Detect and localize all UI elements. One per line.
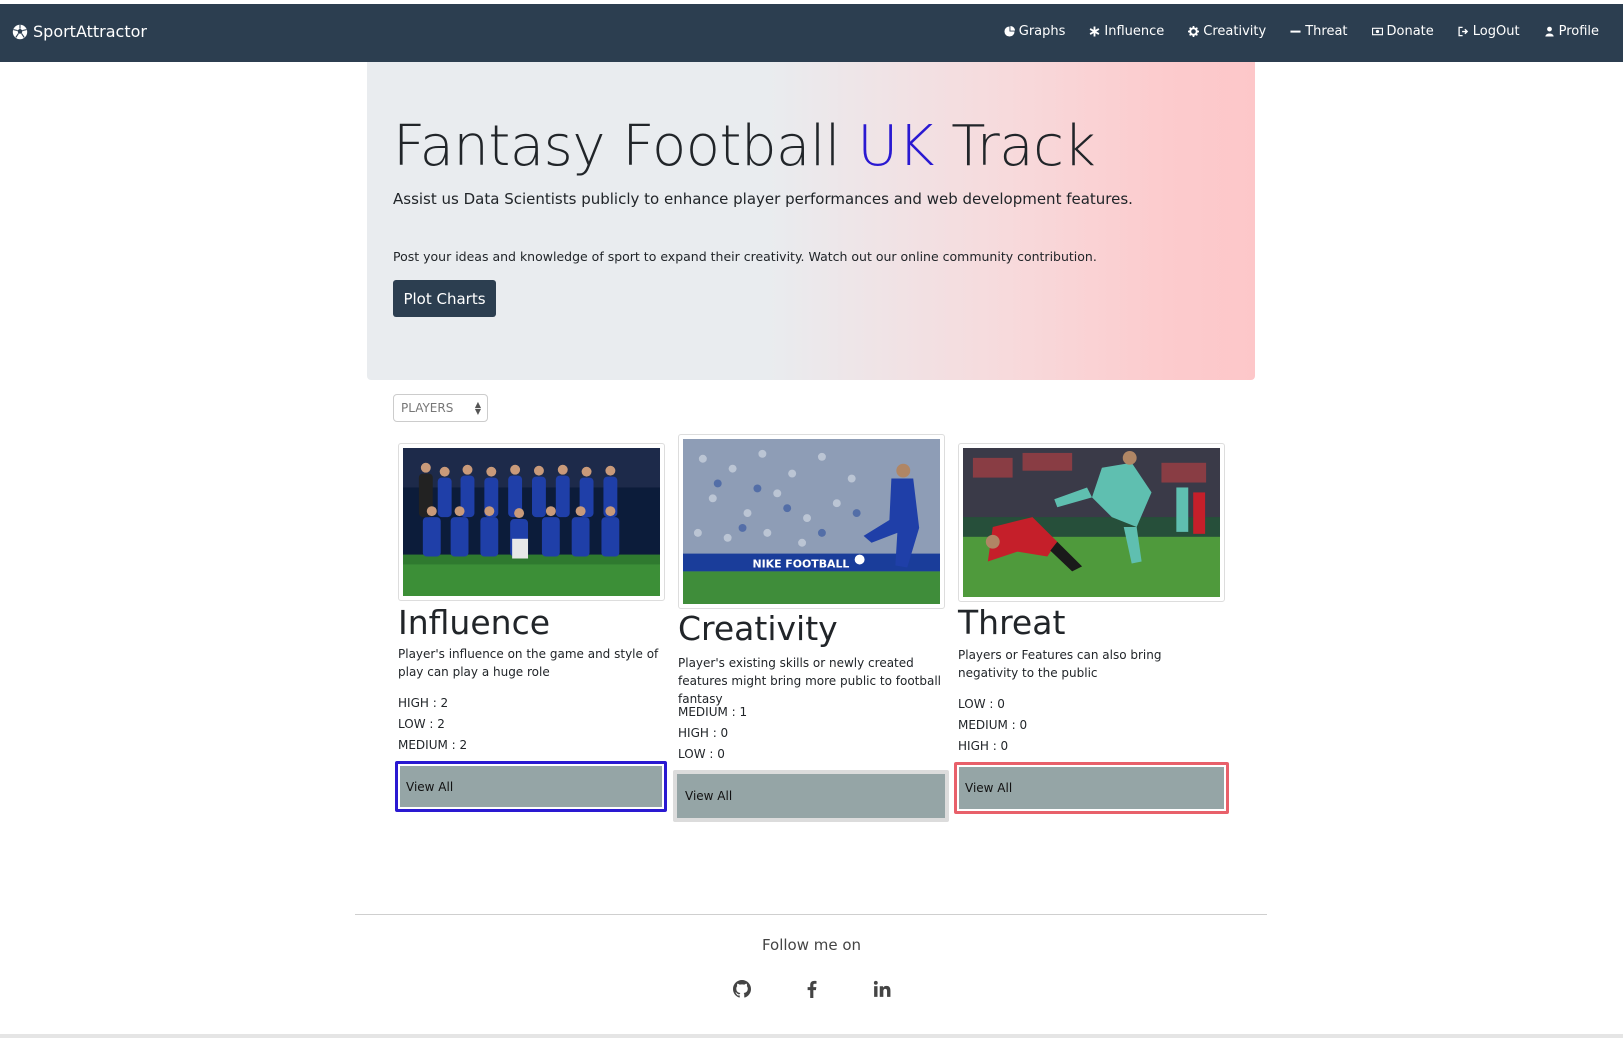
hero-text: Post your ideas and knowledge of sport t… bbox=[393, 249, 1097, 264]
card-threat-thumbnail bbox=[958, 443, 1225, 602]
creativity-view-all-label: View All bbox=[685, 789, 733, 803]
nav-threat[interactable]: Threat bbox=[1290, 24, 1348, 39]
card-creativity-description: Player's existing skills or newly create… bbox=[678, 656, 942, 706]
brand-name: SportAttractor bbox=[33, 22, 147, 41]
card-threat-stat-3: HIGH : 0 bbox=[958, 739, 1009, 753]
nav-graphs-label: Graphs bbox=[1018, 24, 1066, 39]
card-threat-stat-2: MEDIUM : 0 bbox=[958, 718, 1028, 732]
hero-jumbotron: Fantasy Football UK Track Assist us Data… bbox=[367, 62, 1255, 380]
creativity-view-all-button[interactable]: View All bbox=[673, 770, 949, 822]
soccer-ball-icon bbox=[12, 24, 28, 39]
select-arrows-icon: ▲ ▼ bbox=[474, 400, 481, 416]
card-creativity-stat-3: LOW : 0 bbox=[678, 747, 725, 761]
card-creativity-stat-2: HIGH : 0 bbox=[678, 726, 729, 740]
github-icon[interactable] bbox=[732, 980, 751, 998]
nav-profile[interactable]: Profile bbox=[1544, 24, 1599, 39]
footer-socials bbox=[0, 980, 1623, 998]
influence-view-all-button[interactable]: View All bbox=[395, 761, 667, 812]
page-bottom-strip bbox=[0, 1034, 1623, 1038]
tackle-photo-image bbox=[963, 448, 1220, 597]
footer-follow-text: Follow me on bbox=[761, 936, 862, 954]
card-influence-stat-3: MEDIUM : 2 bbox=[398, 738, 468, 752]
player-kicking-image: NIKE FOOTBALL bbox=[683, 439, 940, 604]
user-icon bbox=[1544, 26, 1554, 37]
money-icon bbox=[1371, 27, 1383, 36]
asterisk-icon bbox=[1090, 26, 1100, 37]
nav-creativity-label: Creativity bbox=[1203, 24, 1267, 39]
facebook-icon[interactable] bbox=[803, 980, 821, 998]
card-influence-title: Influence bbox=[398, 603, 551, 642]
linkedin-icon[interactable] bbox=[873, 980, 891, 998]
plot-charts-button[interactable]: Plot Charts bbox=[393, 280, 496, 317]
card-influence-stat-1: HIGH : 2 bbox=[398, 696, 449, 710]
nav-donate-label: Donate bbox=[1386, 24, 1434, 39]
hero-title-pre: Fantasy Football bbox=[393, 114, 858, 179]
card-influence-thumbnail bbox=[398, 443, 665, 601]
influence-view-all-label: View All bbox=[406, 779, 454, 794]
nav-menu: Graphs Influence Creativity Threat Donat… bbox=[1004, 24, 1599, 39]
nav-influence-label: Influence bbox=[1104, 24, 1165, 39]
minus-icon bbox=[1290, 30, 1301, 33]
card-influence-description: Player's influence on the game and style… bbox=[398, 647, 659, 679]
threat-view-all-label: View All bbox=[965, 781, 1013, 795]
card-threat-title: Threat bbox=[958, 603, 1066, 642]
nav-creativity[interactable]: Creativity bbox=[1188, 24, 1266, 39]
hero-title-post: Track bbox=[933, 114, 1096, 179]
nav-donate[interactable]: Donate bbox=[1371, 24, 1434, 39]
nav-logout-label: LogOut bbox=[1472, 24, 1520, 39]
hero-title-accent: UK bbox=[857, 114, 934, 179]
svg-text:NIKE FOOTBALL: NIKE FOOTBALL bbox=[752, 557, 849, 570]
card-creativity-thumbnail: NIKE FOOTBALL bbox=[678, 434, 945, 609]
navbar: SportAttractor Graphs Influence Creativi… bbox=[0, 4, 1623, 62]
footer-divider bbox=[355, 914, 1267, 915]
category-select[interactable]: PLAYERS ▲ ▼ bbox=[393, 394, 488, 422]
nav-threat-label: Threat bbox=[1305, 24, 1348, 39]
nav-logout[interactable]: LogOut bbox=[1458, 24, 1520, 39]
card-threat-stat-1: LOW : 0 bbox=[958, 697, 1005, 711]
nav-graphs[interactable]: Graphs bbox=[1004, 24, 1066, 39]
pie-chart-icon bbox=[1004, 26, 1015, 37]
card-threat-description: Players or Features can also bring negat… bbox=[958, 648, 1162, 680]
card-influence-stat-2: LOW : 2 bbox=[398, 717, 445, 731]
threat-view-all-button[interactable]: View All bbox=[954, 762, 1229, 814]
brand-link[interactable]: SportAttractor bbox=[12, 22, 147, 41]
nav-influence[interactable]: Influence bbox=[1089, 24, 1164, 39]
nav-profile-label: Profile bbox=[1558, 24, 1599, 39]
gear-icon bbox=[1188, 26, 1200, 37]
card-creativity-title: Creativity bbox=[678, 609, 838, 648]
hero-lead: Assist us Data Scientists publicly to en… bbox=[393, 190, 1133, 208]
team-photo-image bbox=[403, 448, 660, 596]
sign-out-icon bbox=[1458, 26, 1468, 37]
hero-title: Fantasy Football UK Track bbox=[393, 114, 1096, 179]
category-select-value: PLAYERS bbox=[401, 401, 454, 415]
card-creativity-stat-1: MEDIUM : 1 bbox=[678, 705, 748, 719]
